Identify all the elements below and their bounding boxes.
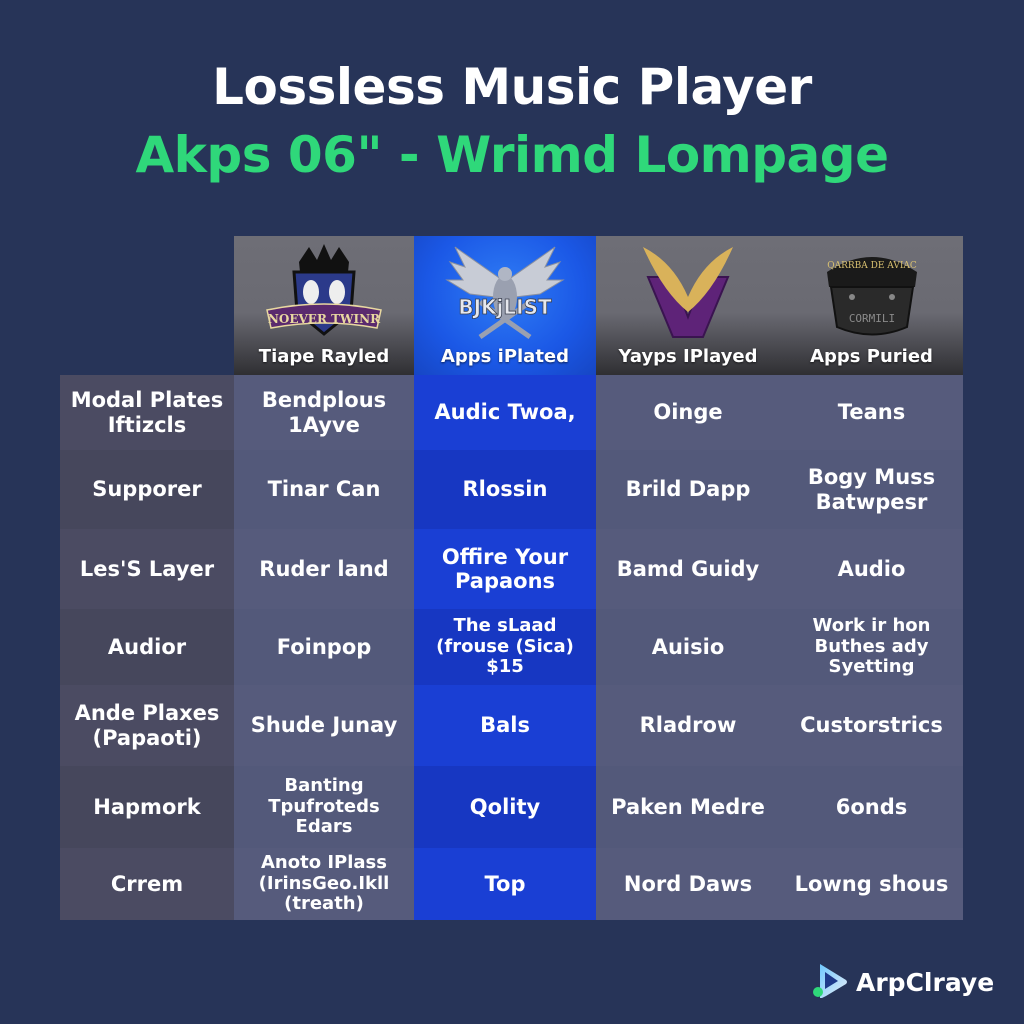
table-cell: Lowng shous: [780, 848, 963, 920]
table-cell: Bendplous 1Ayve: [234, 375, 414, 450]
eagle-logo-icon: BJKjLIST: [445, 246, 565, 340]
play-logo-icon: [813, 964, 847, 998]
table-cell: Work ir hon Buthes ady Syetting: [780, 609, 963, 685]
table-cell: Anoto IPlass (IrinsGeo.Ikll (treath): [234, 848, 414, 920]
row-label: Hapmork: [60, 766, 234, 848]
table-cell: Shude Junay: [234, 685, 414, 766]
table-cell: The sLaad (frouse (Sica) $15: [414, 609, 596, 685]
table-cell: Tinar Can: [234, 450, 414, 529]
column-header-1[interactable]: NOEVER TWINR Tiape Rayled: [234, 236, 414, 375]
table-cell: Audic Twoa,: [414, 375, 596, 450]
row-label: Supporer: [60, 450, 234, 529]
svg-text:BJKjLIST: BJKjLIST: [458, 295, 552, 319]
helmet-logo-icon: QARRBA DE AVIAC CORMILI: [826, 257, 917, 336]
svg-text:CORMILI: CORMILI: [848, 312, 894, 325]
table-cell: Bals: [414, 685, 596, 766]
column-header-2[interactable]: BJKjLIST Apps iPlated: [414, 236, 596, 375]
table-cell: Bamd Guidy: [596, 529, 780, 609]
table-cell: Paken Medre: [596, 766, 780, 848]
brand: ArpClraye: [812, 962, 994, 1002]
row-label: Crrem: [60, 848, 234, 920]
column-header-label: Yayps IPlayed: [618, 346, 758, 367]
table-cell: Ruder land: [234, 529, 414, 609]
column-header-label: Apps iPlated: [440, 346, 570, 367]
row-label: Ande Plaxes (Papaoti): [60, 685, 234, 766]
column-header-3[interactable]: Yayps IPlayed: [596, 236, 780, 375]
comparison-table: NOEVER TWINR Tiape Rayled BJKjLIST Apps …: [60, 236, 963, 920]
column-header-4[interactable]: QARRBA DE AVIAC CORMILI Apps Puried: [780, 236, 963, 375]
table-cell: Rlossin: [414, 450, 596, 529]
table-cell: Banting Tpufroteds Edars: [234, 766, 414, 848]
table-cell: Bogy Muss Batwpesr: [780, 450, 963, 529]
svg-text:QARRBA DE AVIAC: QARRBA DE AVIAC: [827, 261, 917, 271]
table-cell: Auisio: [596, 609, 780, 685]
table-cell: Foinpop: [234, 609, 414, 685]
table-cell: Teans: [780, 375, 963, 450]
table-cell: Qolity: [414, 766, 596, 848]
row-label: Modal Plates Iftizcls: [60, 375, 234, 450]
table-cell: Audio: [780, 529, 963, 609]
table-cell: Nord Daws: [596, 848, 780, 920]
brand-name: ArpClraye: [856, 967, 995, 997]
table-cell: 6onds: [780, 766, 963, 848]
table-cell: Top: [414, 848, 596, 920]
column-header-label: Apps Puried: [810, 346, 933, 367]
column-header-label: Tiape Rayled: [258, 346, 390, 367]
svg-text:NOEVER TWINR: NOEVER TWINR: [268, 312, 381, 326]
table-cell: Offire Your Papaons: [414, 529, 596, 609]
table-cell: Oinge: [596, 375, 780, 450]
table-cell: Rladrow: [596, 685, 780, 766]
page-subtitle: Akps 06" - Wrimd Lompage: [135, 126, 889, 184]
shield-mask-logo-icon: NOEVER TWINR: [266, 244, 382, 336]
page-title: Lossless Music Player: [212, 58, 812, 116]
table-cell: Brild Dapp: [596, 450, 780, 529]
table-cell: Custorstrics: [780, 685, 963, 766]
row-label: Audior: [60, 609, 234, 685]
row-label: Les'S Layer: [60, 529, 234, 609]
winged-v-logo-icon: [643, 247, 733, 338]
